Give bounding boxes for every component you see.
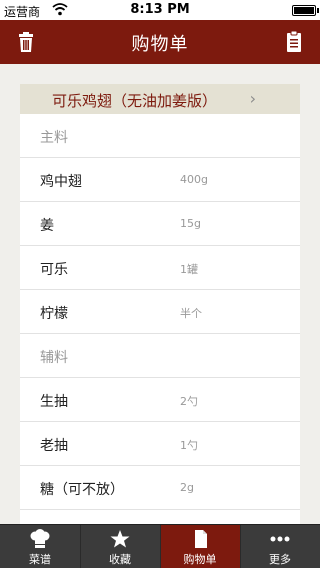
more-dots-icon bbox=[268, 529, 292, 549]
tab-label: 收藏 bbox=[109, 553, 131, 566]
tab-shopping-list[interactable]: 购物单 bbox=[160, 525, 240, 568]
recipe-header[interactable]: 可乐鸡翅（无油加姜版） › bbox=[20, 84, 300, 114]
section-label: 主料 bbox=[40, 130, 68, 146]
tab-recipes[interactable]: 菜谱 bbox=[0, 525, 80, 568]
tab-label: 更多 bbox=[269, 553, 291, 566]
ingredient-name: 生抽 bbox=[40, 394, 68, 410]
ingredient-name: 柠檬 bbox=[40, 306, 68, 322]
ingredient-name: 糖（可不放） bbox=[40, 482, 124, 498]
ingredient-row[interactable]: 鸡中翅 400g bbox=[20, 158, 300, 202]
ingredient-row[interactable] bbox=[20, 510, 300, 524]
section-header: 主料 bbox=[20, 114, 300, 158]
ingredient-amount: 1罐 bbox=[180, 263, 198, 276]
battery-icon bbox=[292, 5, 316, 16]
ingredient-amount: 1勺 bbox=[180, 439, 198, 452]
tab-favorites[interactable]: 收藏 bbox=[80, 525, 160, 568]
chef-hat-icon bbox=[28, 529, 52, 549]
recipe-name: 可乐鸡翅（无油加姜版） bbox=[52, 92, 218, 110]
shopping-list-icon bbox=[188, 529, 212, 549]
ingredient-amount: 2勺 bbox=[180, 395, 198, 408]
ingredient-amount: 2g bbox=[180, 481, 194, 494]
clipboard-icon[interactable] bbox=[282, 30, 306, 54]
ingredient-amount: 400g bbox=[180, 173, 208, 186]
star-icon bbox=[108, 529, 132, 549]
status-bar: 运营商 8:13 PM bbox=[0, 0, 320, 20]
tab-divider bbox=[160, 525, 161, 568]
tab-label: 购物单 bbox=[183, 553, 217, 566]
ingredient-row[interactable]: 姜 15g bbox=[20, 202, 300, 246]
page-title: 购物单 bbox=[131, 34, 189, 55]
ingredient-amount: 半个 bbox=[180, 307, 202, 320]
tab-more[interactable]: 更多 bbox=[240, 525, 320, 568]
tab-divider bbox=[80, 525, 81, 568]
ingredient-amount: 15g bbox=[180, 217, 201, 230]
tab-bar: 菜谱 收藏 购物单 更多 bbox=[0, 524, 320, 568]
ingredient-name: 可乐 bbox=[40, 262, 68, 278]
section-label: 辅料 bbox=[40, 350, 68, 366]
ingredient-name: 鸡中翅 bbox=[40, 174, 82, 190]
tab-divider bbox=[240, 525, 241, 568]
ingredient-row[interactable]: 柠檬 半个 bbox=[20, 290, 300, 334]
ingredient-name: 老抽 bbox=[40, 438, 68, 454]
ingredient-row[interactable]: 糖（可不放） 2g bbox=[20, 466, 300, 510]
ingredient-row[interactable]: 可乐 1罐 bbox=[20, 246, 300, 290]
ingredient-list: 主料鸡中翅 400g 姜 15g 可乐 1罐柠檬 半个辅料生抽 2勺老抽 1勺糖（可不放） 2g bbox=[20, 114, 300, 524]
clock: 8:13 PM bbox=[130, 2, 190, 17]
section-header: 辅料 bbox=[20, 334, 300, 378]
ingredient-row[interactable]: 生抽 2勺 bbox=[20, 378, 300, 422]
tab-label: 菜谱 bbox=[29, 553, 51, 566]
nav-bar: 购物单 bbox=[0, 20, 320, 64]
shopping-list-content: 可乐鸡翅（无油加姜版） › 主料鸡中翅 400g 姜 15g 可乐 1罐柠檬 半个辅料生抽 2… bbox=[0, 64, 320, 524]
ingredient-name: 姜 bbox=[40, 218, 54, 234]
ingredient-row[interactable]: 老抽 1勺 bbox=[20, 422, 300, 466]
chevron-right-icon: › bbox=[249, 89, 256, 108]
